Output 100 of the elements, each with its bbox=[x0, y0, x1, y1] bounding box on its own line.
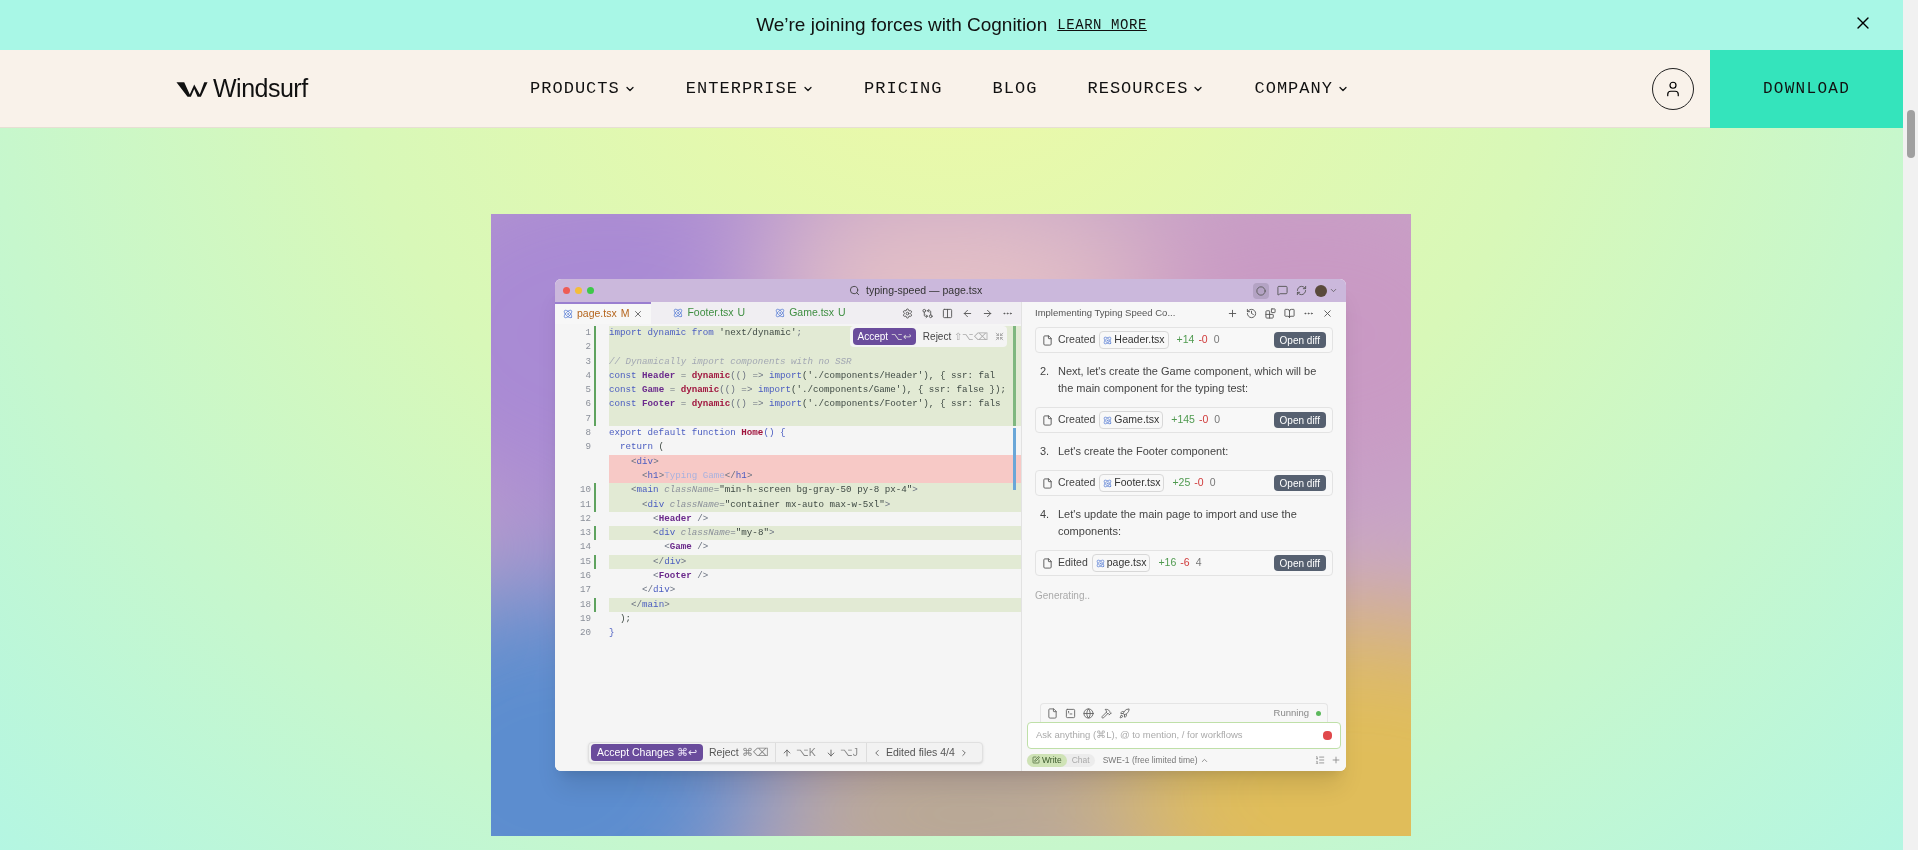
added-count: +16 bbox=[1158, 555, 1177, 571]
line-number: 20 bbox=[578, 626, 591, 641]
removed-count: -0 bbox=[1194, 475, 1204, 491]
open-diff-button[interactable]: Open diff bbox=[1273, 555, 1326, 571]
removed-count: -0 bbox=[1198, 332, 1208, 348]
code-line: <Footer /> bbox=[652, 569, 710, 584]
hammer-icon[interactable] bbox=[1101, 707, 1112, 719]
mode-toggle[interactable]: Write bbox=[1027, 753, 1067, 767]
change-count: 0 bbox=[1213, 332, 1220, 348]
new-chat-icon[interactable] bbox=[1227, 307, 1238, 319]
code-line: ); bbox=[619, 611, 633, 626]
download-button[interactable]: DOWNLOAD bbox=[1710, 49, 1903, 128]
globe-icon[interactable] bbox=[1083, 707, 1094, 719]
code-line: } bbox=[609, 626, 616, 641]
accept-button[interactable]: Accept ⌥↩ bbox=[852, 328, 916, 345]
nav-link[interactable]: COMPANY bbox=[1254, 75, 1349, 102]
open-diff-button[interactable]: Open diff bbox=[1273, 412, 1326, 428]
open-diff-button[interactable]: Open diff bbox=[1273, 332, 1326, 348]
running-status: Running bbox=[1273, 705, 1309, 720]
stop-icon[interactable] bbox=[1323, 731, 1332, 740]
nav-link[interactable]: BLOG bbox=[992, 75, 1038, 102]
back-icon[interactable] bbox=[962, 307, 973, 319]
action-label: Created bbox=[1058, 332, 1096, 348]
window-title: typing-speed — page.tsx bbox=[866, 282, 983, 298]
search-icon[interactable] bbox=[849, 285, 860, 296]
react-icon bbox=[1103, 415, 1113, 425]
terminal-icon[interactable] bbox=[1065, 707, 1076, 719]
brand-name[interactable]: Windsurf bbox=[213, 69, 308, 108]
collapse-icon[interactable] bbox=[995, 332, 1004, 341]
scrollbar[interactable] bbox=[1903, 0, 1918, 850]
file-chip[interactable]: Header.tsx bbox=[1099, 331, 1169, 349]
chevron-down-icon[interactable] bbox=[1329, 286, 1338, 295]
file-icon bbox=[1042, 557, 1053, 569]
code-line: export default function Home() { bbox=[609, 426, 787, 441]
line-number: 5 bbox=[584, 383, 591, 398]
accept-changes-button[interactable]: Accept Changes ⌘↩ bbox=[591, 744, 703, 761]
file-icon[interactable] bbox=[1047, 707, 1058, 719]
book-icon[interactable] bbox=[1284, 307, 1295, 319]
added-count: +25 bbox=[1172, 475, 1191, 491]
file-tab[interactable]: Footer.tsx U bbox=[665, 302, 754, 324]
pen-icon bbox=[1032, 756, 1040, 764]
step-text: Let's update the main page to import and use the components: bbox=[1058, 507, 1298, 539]
blocks-icon[interactable] bbox=[1265, 307, 1276, 319]
model-selector[interactable]: SWE-1 (free limited time) bbox=[1102, 753, 1209, 767]
step-text: Next, let's create the Game component, which will be the main component for the typing test: bbox=[1058, 364, 1318, 396]
action-label: Created bbox=[1058, 412, 1096, 428]
rocket-icon[interactable] bbox=[1119, 707, 1130, 719]
reject-button[interactable]: Reject ⇧⌥⌫ bbox=[919, 329, 991, 344]
line-number: 9 bbox=[584, 440, 591, 455]
history-icon[interactable] bbox=[1246, 307, 1257, 319]
change-count: 0 bbox=[1214, 412, 1221, 428]
sync-icon[interactable] bbox=[1296, 285, 1307, 296]
message-field[interactable]: Ask anything (⌘L), @ to mention, / for workflows bbox=[1036, 728, 1323, 743]
file-icon bbox=[1042, 334, 1053, 346]
line-number: 3 bbox=[584, 354, 591, 369]
action-label: Edited bbox=[1058, 555, 1088, 571]
nav-link[interactable]: PRODUCTS bbox=[530, 75, 636, 102]
line-number: 2 bbox=[584, 340, 591, 355]
line-number: 4 bbox=[584, 368, 591, 383]
removed-count: -6 bbox=[1180, 555, 1190, 571]
line-number: 13 bbox=[578, 526, 591, 541]
edited-files-label: Edited files 4/4 bbox=[884, 744, 956, 760]
step-number: 3. bbox=[1040, 444, 1051, 459]
added-count: +14 bbox=[1176, 332, 1195, 348]
nav-link[interactable]: PRICING bbox=[864, 75, 943, 102]
added-count: +145 bbox=[1171, 412, 1195, 428]
react-icon bbox=[563, 309, 573, 319]
line-number: 19 bbox=[578, 611, 591, 626]
code-line: return ( bbox=[619, 440, 666, 455]
change-count: 0 bbox=[1209, 475, 1216, 491]
line-number: 10 bbox=[578, 483, 591, 498]
file-chip[interactable]: Footer.tsx bbox=[1099, 474, 1165, 492]
file-tab[interactable]: page.tsx M bbox=[555, 302, 652, 324]
code-line: <Header /> bbox=[652, 511, 710, 526]
react-icon bbox=[1095, 558, 1105, 568]
arrow-down-icon bbox=[825, 747, 836, 758]
chat-icon[interactable] bbox=[1277, 285, 1288, 296]
split-icon[interactable] bbox=[942, 307, 953, 319]
open-diff-button[interactable]: Open diff bbox=[1273, 475, 1326, 491]
line-number: 7 bbox=[584, 411, 591, 426]
settings-icon[interactable] bbox=[902, 307, 913, 319]
avatar[interactable] bbox=[1315, 284, 1327, 297]
code-line: </div> bbox=[641, 583, 677, 598]
step-text: Let's create the Footer component: bbox=[1058, 444, 1230, 459]
chat-input[interactable]: Ask anything (⌘L), @ to mention, / for workflows bbox=[1027, 722, 1341, 749]
react-icon bbox=[775, 308, 786, 318]
compare-icon[interactable] bbox=[922, 307, 933, 319]
forward-icon[interactable] bbox=[982, 307, 993, 319]
agent-toggle[interactable] bbox=[1253, 282, 1269, 299]
file-icon bbox=[1042, 414, 1053, 426]
file-tab[interactable]: Game.tsx U bbox=[767, 302, 854, 324]
learn-more-link[interactable]: LEARN MORE bbox=[1057, 14, 1147, 36]
file-chip[interactable]: page.tsx bbox=[1091, 554, 1151, 572]
step-number: 2. bbox=[1040, 364, 1051, 379]
nav-link[interactable]: RESOURCES bbox=[1087, 75, 1205, 102]
line-number: 14 bbox=[578, 540, 591, 555]
reject-button[interactable]: Reject ⌘⌫ bbox=[703, 744, 775, 761]
line-number: 8 bbox=[584, 426, 591, 441]
nav-link[interactable]: ENTERPRISE bbox=[685, 75, 814, 102]
file-chip[interactable]: Game.tsx bbox=[1099, 411, 1164, 429]
